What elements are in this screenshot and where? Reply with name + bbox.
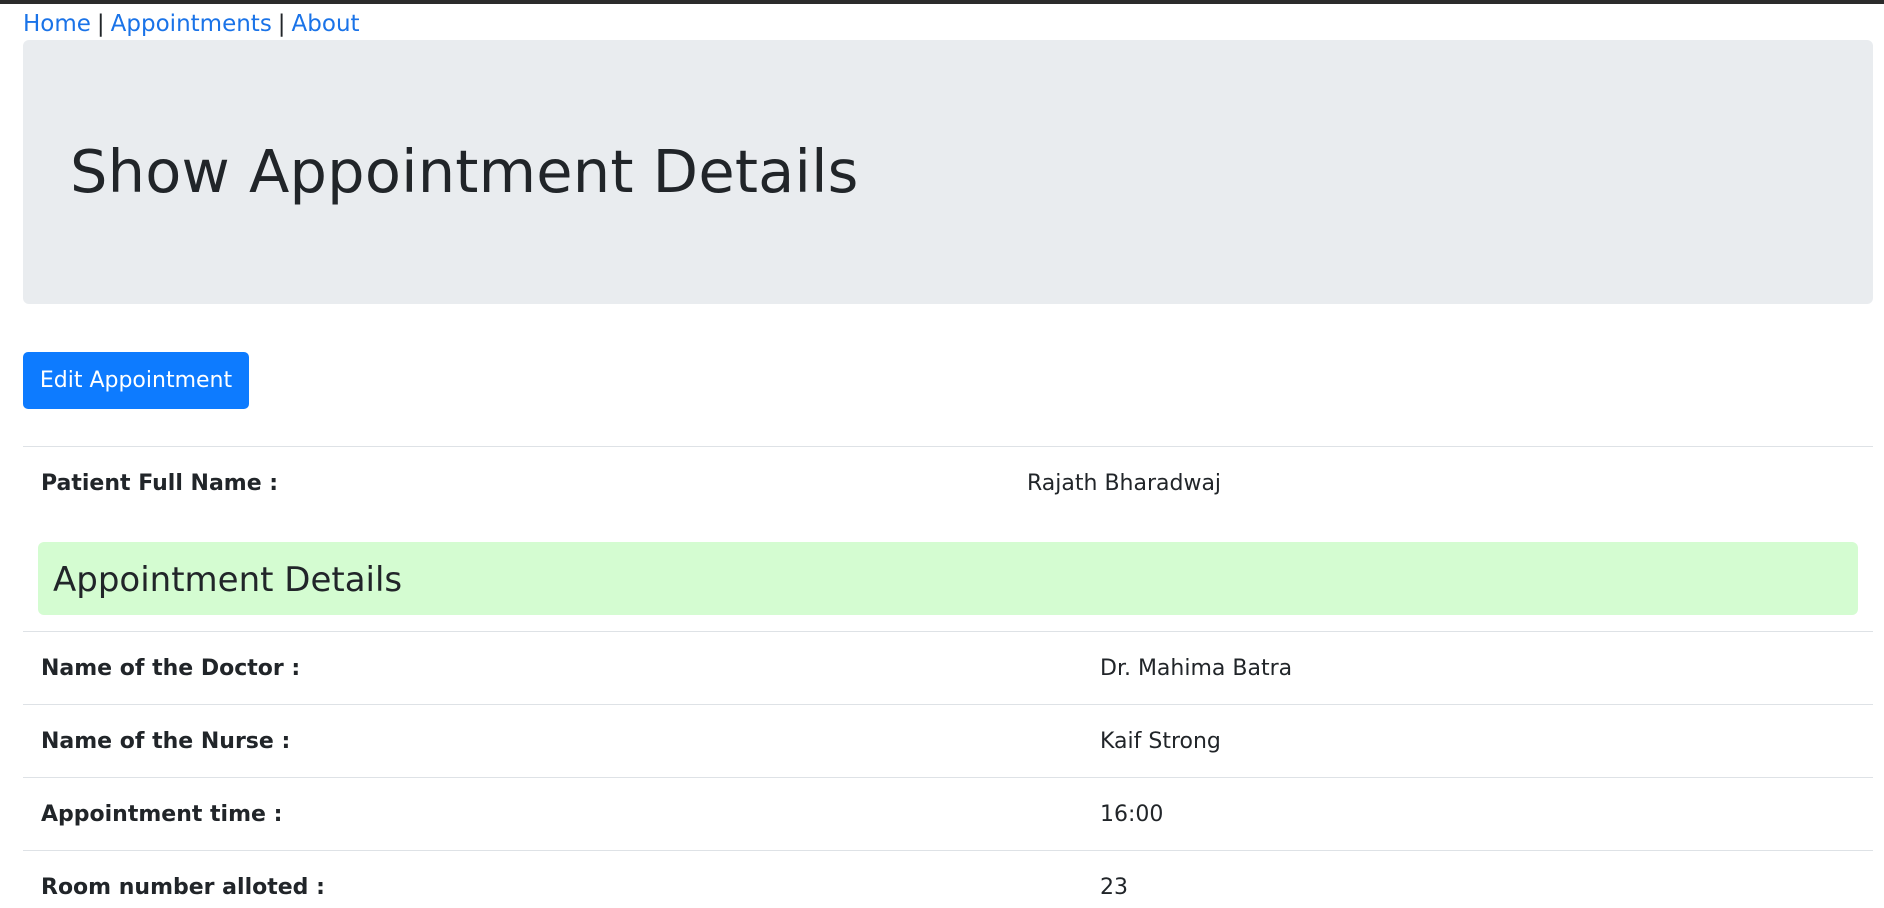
nav-link-appointments[interactable]: Appointments (111, 11, 272, 37)
nav-separator: | (277, 11, 286, 37)
table-divider (23, 446, 1873, 447)
doctor-name-label: Name of the Doctor : (41, 656, 301, 681)
appointment-details-heading: Appointment Details (38, 542, 1858, 615)
nurse-name-value: Kaif Strong (1100, 729, 1221, 754)
table-divider (23, 631, 1873, 632)
table-divider (23, 704, 1873, 705)
nurse-name-label: Name of the Nurse : (41, 729, 291, 754)
window-top-border (0, 0, 1884, 4)
appointment-time-label: Appointment time : (41, 802, 283, 827)
patient-name-label: Patient Full Name : (41, 471, 279, 496)
edit-appointment-button[interactable]: Edit Appointment (23, 352, 249, 409)
doctor-name-value: Dr. Mahima Batra (1100, 656, 1293, 681)
nav-separator: | (96, 11, 105, 37)
page-title: Show Appointment Details (70, 137, 859, 206)
table-divider (23, 850, 1873, 851)
table-divider (23, 777, 1873, 778)
nav-link-about[interactable]: About (292, 11, 360, 37)
patient-name-value: Rajath Bharadwaj (1027, 471, 1222, 496)
appointment-time-value: 16:00 (1100, 802, 1164, 827)
page-header-jumbotron: Show Appointment Details (23, 40, 1873, 304)
nav-link-home[interactable]: Home (23, 11, 91, 37)
room-number-value: 23 (1100, 875, 1128, 900)
top-nav: Home | Appointments | About (23, 9, 360, 39)
appointment-details-title: Appointment Details (53, 560, 403, 600)
room-number-label: Room number alloted : (41, 875, 325, 900)
